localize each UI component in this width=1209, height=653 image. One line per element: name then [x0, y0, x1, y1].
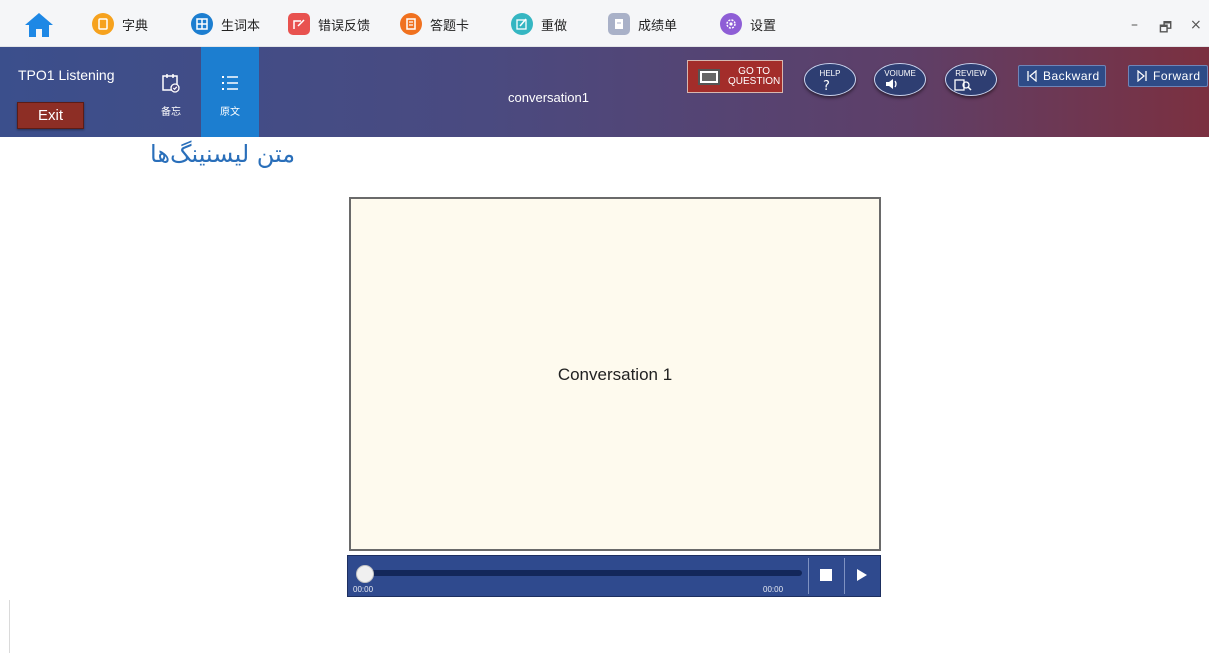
volume-button[interactable]: VOIUME: [874, 63, 926, 96]
toolbar-feedback-label: 错误反馈: [318, 18, 371, 34]
restore-button[interactable]: 🗗: [1159, 17, 1172, 41]
svg-text:?: ?: [823, 79, 830, 92]
play-button[interactable]: [845, 556, 879, 596]
screen-title: Conversation 1: [557, 365, 673, 384]
forward-button[interactable]: Forward: [1128, 65, 1208, 87]
tab-memo[interactable]: 备忘: [142, 47, 200, 137]
question-label: QUESTION: [728, 75, 781, 87]
stop-icon: [820, 569, 832, 581]
media-screen: Conversation 1: [349, 197, 881, 551]
toolbar-answer-card-label: 答题卡: [430, 18, 470, 34]
time-current: 00:00: [353, 585, 374, 594]
toolbar-dictionary-label: 字典: [122, 18, 149, 34]
question-mark-icon: ?: [822, 78, 838, 94]
toolbar-report[interactable]: 成绩单: [608, 13, 677, 35]
settings-icon: [720, 13, 742, 35]
stop-button[interactable]: [809, 556, 843, 596]
toolbar-redo-label: 重做: [541, 18, 568, 34]
toolbar-vocabulary[interactable]: 生词本: [191, 13, 260, 35]
left-divider: [9, 600, 10, 653]
dictionary-icon: [92, 13, 114, 35]
memo-icon: [161, 73, 181, 96]
progress-track[interactable]: [358, 570, 802, 576]
speaker-icon: [885, 78, 901, 92]
section-title: conversation1: [508, 90, 589, 105]
toolbar-settings[interactable]: 设置: [720, 13, 776, 35]
redo-icon: [511, 13, 533, 35]
exit-button[interactable]: Exit: [17, 102, 84, 129]
backward-button[interactable]: Backward: [1018, 65, 1106, 87]
play-icon: [857, 569, 867, 581]
tab-memo-label: 备忘: [161, 107, 181, 118]
transcript-icon: [220, 73, 240, 96]
volume-label: VOIUME: [884, 69, 916, 78]
help-button[interactable]: HELP ?: [804, 63, 856, 96]
tab-transcript[interactable]: 原文: [201, 47, 259, 137]
tab-transcript-label: 原文: [220, 107, 240, 118]
home-icon[interactable]: [24, 12, 54, 38]
backward-label: Backward: [1043, 69, 1100, 83]
test-title: TPO1 Listening: [18, 67, 115, 83]
progress-knob[interactable]: [356, 565, 374, 583]
backward-icon: [1027, 70, 1037, 82]
review-button[interactable]: REVIEW: [945, 63, 997, 96]
header-bar: TPO1 Listening Exit 备忘 原文 conversation1: [0, 47, 1209, 137]
help-label: HELP: [819, 69, 841, 78]
question-list-icon: [698, 68, 720, 85]
close-button[interactable]: ×: [1190, 17, 1202, 33]
toolbar-dictionary[interactable]: 字典: [92, 13, 148, 35]
toolbar-feedback[interactable]: 错误反馈: [288, 13, 370, 35]
toolbar-redo[interactable]: 重做: [511, 13, 567, 35]
audio-player: 00:00 00:00: [347, 555, 881, 597]
time-total: 00:00: [763, 585, 784, 594]
top-toolbar: 字典 生词本 错误反馈 答题卡 重做 成绩单 设置 – 🗗 ×: [0, 0, 1209, 47]
toolbar-vocabulary-label: 生词本: [221, 18, 261, 34]
toolbar-answer-card[interactable]: 答题卡: [400, 13, 469, 35]
go-to-question-button[interactable]: GO TO QUESTION: [687, 60, 783, 93]
report-icon: [608, 13, 630, 35]
toolbar-report-label: 成绩单: [638, 18, 678, 34]
transcripts-caption: متن لیسنینگ‌ها: [150, 140, 296, 168]
review-icon: [954, 78, 972, 94]
go-to-question-text: GO TO QUESTION: [728, 66, 781, 87]
review-label: REVIEW: [955, 69, 987, 78]
toolbar-settings-label: 设置: [750, 18, 777, 34]
vocabulary-icon: [191, 13, 213, 35]
minimize-button[interactable]: –: [1131, 17, 1138, 33]
forward-label: Forward: [1153, 69, 1201, 83]
feedback-icon: [288, 13, 310, 35]
forward-icon: [1137, 70, 1147, 82]
answer-card-icon: [400, 13, 422, 35]
